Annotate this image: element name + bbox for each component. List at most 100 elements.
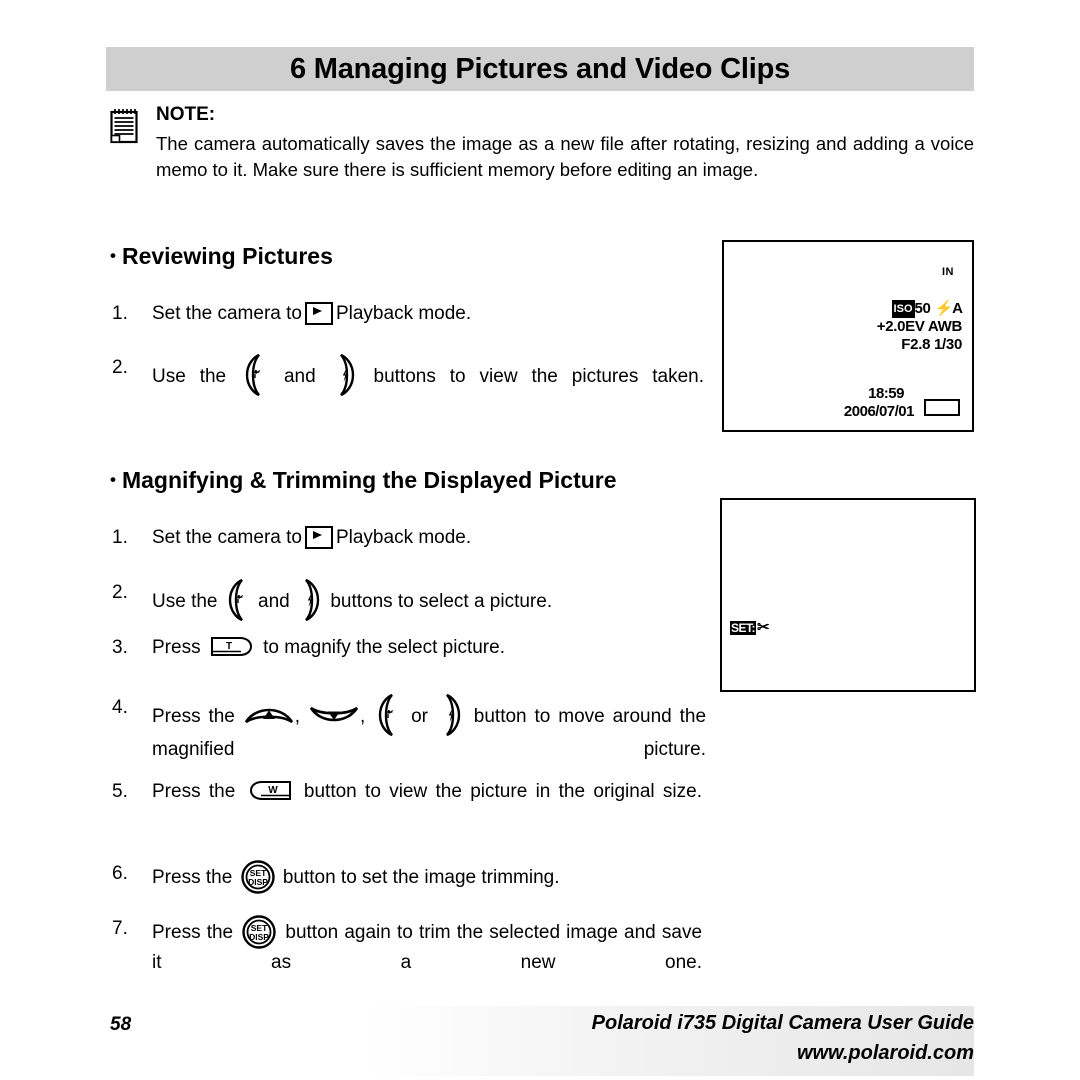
step-body: Press the SET DISP button again to trim …: [152, 915, 702, 1005]
step-item: 2. Use the and buttons to select a pictu…: [112, 579, 712, 621]
step-text: and: [258, 591, 290, 612]
step-body: Use the and buttons to view the pictures…: [152, 354, 704, 424]
svg-text:W: W: [268, 785, 278, 796]
step-text: Press the: [152, 706, 235, 727]
step-text: to magnify the select picture.: [263, 637, 505, 658]
lcd-trim-preview: SET: ✂: [720, 498, 976, 692]
guide-title: Polaroid i735 Digital Camera User Guide: [591, 1012, 974, 1034]
step-body: Press the SET DISP button to set the ima…: [152, 860, 712, 894]
step-text: Set the camera to: [152, 303, 302, 324]
page-header-band: 6 Managing Pictures and Video Clips: [106, 47, 974, 91]
exif-aperture-row: F2.8 1/30: [877, 336, 962, 354]
step-body: Set the camera to Playback mode.: [152, 524, 712, 552]
set-trim-indicator: SET: ✂: [730, 619, 770, 636]
flash-auto-indicator: ⚡A: [934, 300, 963, 317]
capture-time: 18:59: [868, 385, 904, 402]
playback-mode-icon: [304, 526, 333, 550]
step-number: 7.: [112, 918, 128, 939]
step-body: Press T to magnify the select picture.: [152, 634, 712, 662]
set-disp-button-icon: SET DISP: [240, 860, 275, 894]
section-heading-magnifying-trimming: • Magnifying & Trimming the Displayed Pic…: [110, 467, 617, 494]
scissors-icon: ✂: [757, 619, 770, 636]
step-text: button to set the image trimming.: [282, 867, 560, 888]
step-text: Press the: [152, 781, 236, 802]
step-text: buttons to select a picture.: [330, 591, 553, 612]
battery-icon: [924, 399, 960, 416]
step-item: 2. Use the and buttons to view the pictu…: [112, 354, 704, 424]
step-text: button to move around the magnified pict…: [152, 706, 707, 760]
notepad-icon: [109, 108, 139, 144]
step-item: 6. Press the SET DISP button to set the …: [112, 860, 712, 894]
step-text: Playback mode.: [335, 527, 472, 548]
playback-mode-icon: [304, 302, 333, 326]
step-body: Set the camera to Playback mode.: [152, 300, 712, 328]
step-item: 7. Press the SET DISP button again to tr…: [112, 915, 702, 1005]
lcd-playback-preview: IN ISO 50 ⚡A +2.0EV AWB F2.8 1/30 18:59 2…: [722, 240, 974, 432]
flash-right-button-icon: [299, 579, 321, 621]
capture-date: 2006/07/01: [843, 403, 915, 420]
svg-text:DISP: DISP: [248, 877, 268, 887]
flash-right-button-icon: [440, 694, 462, 736]
section-heading-label: Magnifying & Trimming the Displayed Pict…: [121, 467, 617, 493]
svg-text:DISP: DISP: [249, 932, 269, 942]
step-text: button again to trim the selected image …: [152, 922, 703, 973]
shutter-speed-value: 1/30: [934, 336, 962, 353]
section-heading-reviewing-pictures: • Reviewing Pictures: [110, 243, 333, 270]
step-number: 1.: [112, 303, 128, 324]
step-text: Set the camera to: [152, 527, 302, 548]
page-number: 58: [110, 1014, 132, 1035]
step-text: ,: [294, 706, 301, 727]
step-body: Use the and buttons to select a picture.: [152, 579, 712, 621]
aperture-value: F2.8: [901, 336, 931, 353]
step-text: and: [283, 366, 316, 387]
step-body: Press the W button to view the picture i…: [152, 778, 702, 834]
macro-left-button-icon: [377, 694, 399, 736]
step-text: Playback mode.: [335, 303, 472, 324]
step-number: 3.: [112, 637, 128, 658]
lcd-exif-overlay: ISO 50 ⚡A +2.0EV AWB F2.8 1/30: [876, 300, 963, 354]
iso-value: 50: [914, 300, 931, 317]
step-item: 5. Press the W button to view the pictur…: [112, 778, 702, 834]
polaroid-url: www.polaroid.com: [796, 1042, 974, 1064]
step-item: 1. Set the camera to Playback mode.: [112, 300, 712, 328]
step-text: Press the: [152, 867, 233, 888]
step-number: 6.: [112, 863, 128, 884]
set-label: SET:: [730, 620, 757, 635]
iso-tag: ISO: [891, 300, 915, 318]
step-number: 4.: [112, 697, 128, 718]
step-item: 1. Set the camera to Playback mode.: [112, 524, 712, 552]
set-disp-button-icon: SET DISP: [242, 915, 276, 949]
step-number: 5.: [112, 781, 128, 802]
exif-exposure-row: +2.0EV AWB: [876, 318, 963, 336]
step-number: 2.: [112, 357, 128, 378]
step-text: buttons to view the pictures taken.: [373, 366, 704, 387]
step-text: button to view the picture in the origin…: [303, 781, 703, 802]
step-text: Press: [152, 637, 201, 658]
step-number: 1.: [112, 527, 128, 548]
zoom-wide-button-icon: W: [248, 780, 292, 801]
step-text: or: [411, 706, 428, 727]
white-balance: AWB: [927, 318, 962, 335]
flash-right-button-icon: [334, 354, 356, 396]
down-button-icon: [309, 702, 359, 728]
step-text: Press the: [152, 922, 234, 943]
manual-page: 6 Managing Pictures and Video Clips NOTE…: [0, 0, 1080, 1080]
exposure-compensation: +2.0EV: [876, 318, 925, 335]
section-heading-label: Reviewing Pictures: [121, 243, 333, 269]
note-text: The camera automatically saves the image…: [156, 133, 974, 180]
zoom-tele-button-icon: T: [210, 636, 254, 657]
step-text: Use the: [152, 366, 227, 387]
step-text: ,: [359, 706, 366, 727]
macro-left-button-icon: [227, 579, 249, 621]
bullet-icon: •: [110, 246, 116, 265]
step-item: 3. Press T to magnify the select picture…: [112, 634, 712, 662]
bullet-icon: •: [110, 470, 116, 489]
macro-left-button-icon: [244, 354, 266, 396]
exif-iso-row: ISO 50 ⚡A: [877, 300, 963, 318]
step-text: Use the: [152, 591, 218, 612]
memory-indicator: IN: [942, 266, 954, 278]
step-number: 2.: [112, 582, 128, 603]
up-button-icon: [244, 702, 294, 728]
svg-text:T: T: [226, 641, 232, 652]
note-label: NOTE:: [156, 104, 216, 125]
